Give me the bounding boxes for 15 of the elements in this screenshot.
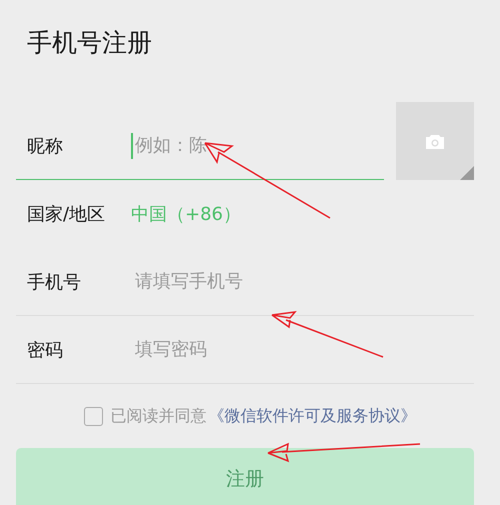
input-field[interactable]: 例如：陈	[135, 135, 355, 156]
field-label: 昵称	[26, 134, 64, 158]
corner-icon	[460, 166, 474, 180]
avatar-button[interactable]	[396, 102, 474, 180]
field-label: 国家/地区	[26, 203, 106, 226]
field-label: 密码	[26, 338, 64, 362]
agreement-link[interactable]: 《微信软件许可及服务协议》	[208, 406, 416, 426]
agreement-checkbox[interactable]	[84, 406, 102, 426]
agreement-text: 已阅读并同意	[110, 406, 206, 426]
input-field[interactable]: 请填写手机号	[135, 271, 355, 292]
camera-icon	[425, 134, 445, 148]
field-label: 手机号	[26, 270, 82, 294]
input-field[interactable]: 填写密码	[135, 339, 355, 360]
page-title: 手机号注册	[26, 27, 153, 59]
country-selector[interactable]: 中国（+86）	[131, 202, 241, 226]
